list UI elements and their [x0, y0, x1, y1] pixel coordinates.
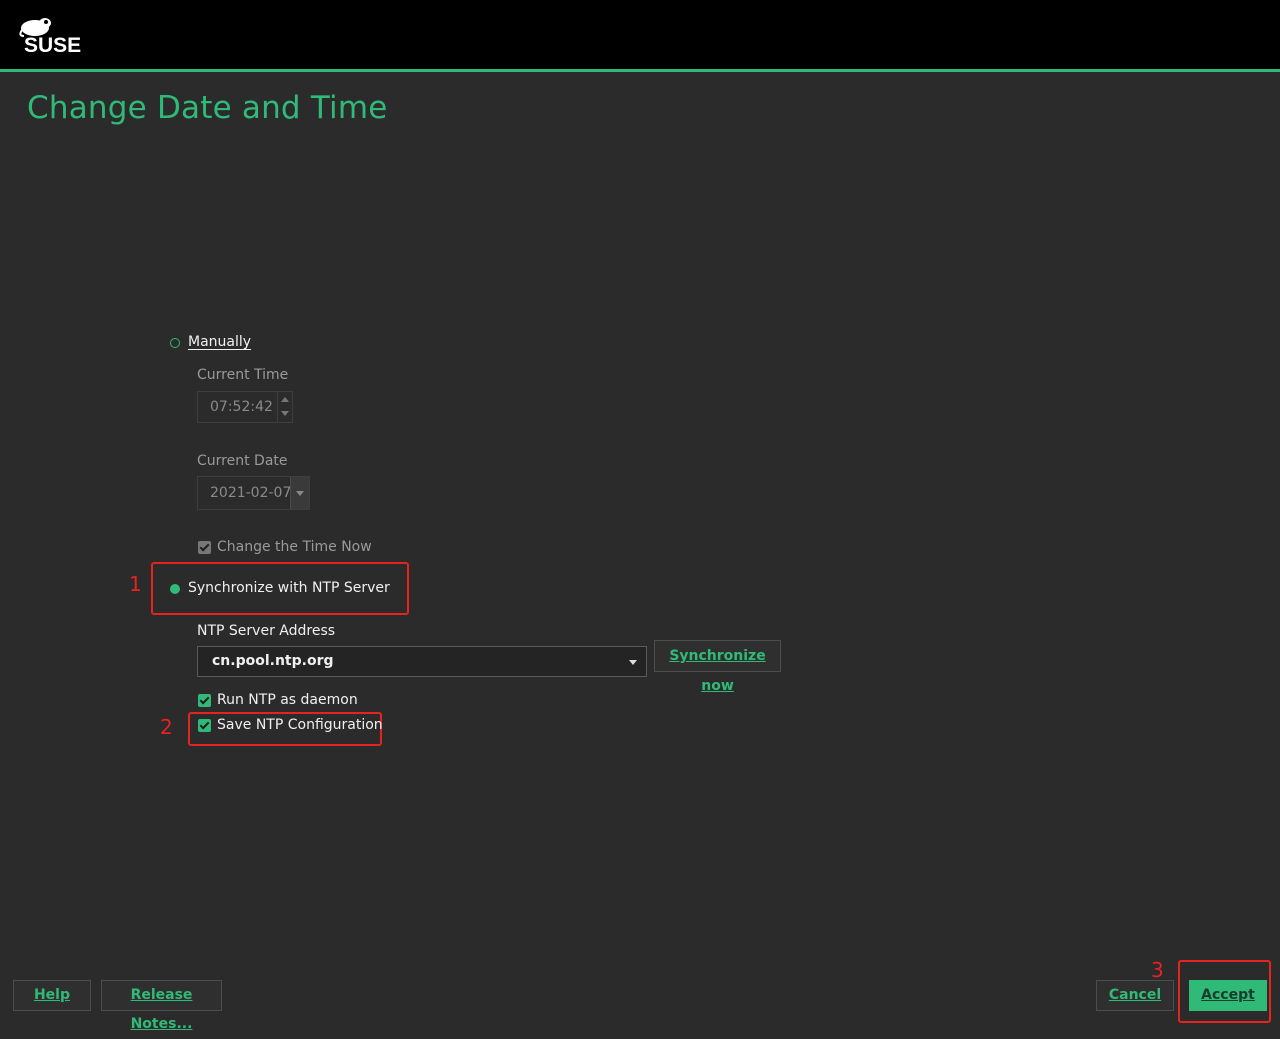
manually-radio[interactable] [170, 338, 180, 348]
header-divider [0, 69, 1280, 72]
current-date-label: Current Date [197, 453, 288, 469]
date-dropdown-button[interactable] [290, 477, 309, 509]
change-time-now-checkbox[interactable] [198, 541, 211, 554]
current-date-picker[interactable]: 2021-02-07 [197, 476, 310, 510]
manually-radio-label[interactable]: Manually [188, 334, 251, 350]
save-ntp-config-label: Save NTP Configuration [217, 717, 383, 733]
annotation-number-3: 3 [1151, 958, 1164, 982]
page-title: Change Date and Time [27, 90, 388, 126]
current-date-value: 2021-02-07 [210, 485, 292, 501]
top-bar: SUSE [0, 0, 1280, 69]
chevron-down-icon[interactable] [629, 660, 637, 665]
release-notes-button[interactable]: Release Notes... [101, 980, 222, 1032]
suse-logo-text: SUSE [24, 34, 81, 56]
ntp-server-address-label: NTP Server Address [197, 623, 336, 639]
current-time-value: 07:52:42 [210, 399, 273, 415]
annotation-number-1: 1 [129, 572, 142, 596]
chevron-down-icon [296, 491, 304, 496]
ntp-server-value: cn.pool.ntp.org [212, 653, 334, 669]
synchronize-now-button[interactable]: Synchronize now [654, 640, 781, 694]
ntp-radio[interactable] [170, 584, 180, 594]
ntp-radio-label[interactable]: Synchronize with NTP Server [188, 580, 390, 596]
save-ntp-config-checkbox[interactable] [198, 719, 211, 732]
spin-down-icon[interactable] [281, 411, 289, 416]
spin-up-icon[interactable] [281, 397, 289, 402]
annotation-number-2: 2 [160, 715, 173, 739]
run-ntp-daemon-label: Run NTP as daemon [217, 692, 358, 708]
suse-logo: SUSE [19, 18, 81, 56]
accept-button[interactable]: Accept [1189, 980, 1267, 1011]
time-spin-buttons[interactable] [277, 392, 292, 422]
current-time-label: Current Time [197, 367, 289, 383]
run-ntp-daemon-checkbox[interactable] [198, 694, 211, 707]
cancel-button[interactable]: Cancel [1096, 980, 1174, 1011]
ntp-server-combobox[interactable]: cn.pool.ntp.org [197, 646, 647, 677]
help-button[interactable]: Help [13, 980, 91, 1011]
change-time-now-label: Change the Time Now [217, 539, 372, 555]
current-time-spinbox[interactable]: 07:52:42 [197, 391, 293, 423]
